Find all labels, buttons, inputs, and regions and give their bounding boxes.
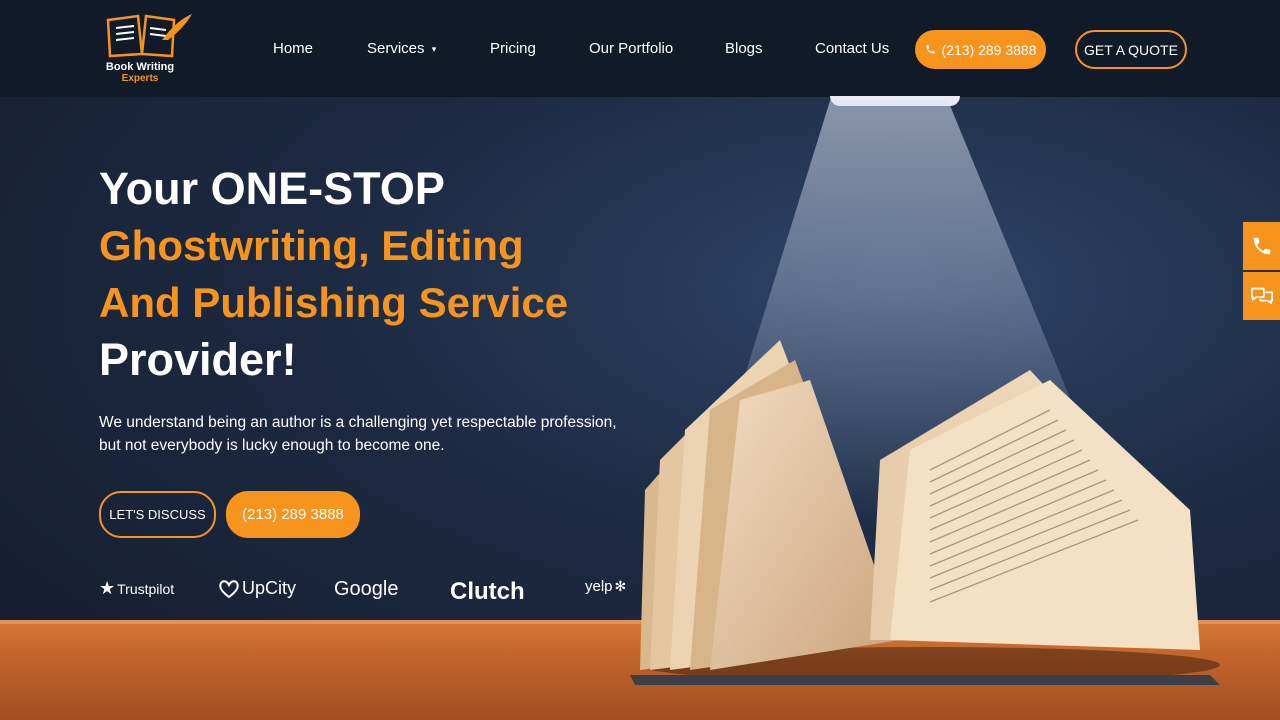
book-logo-icon (106, 14, 192, 58)
nav-item-pricing[interactable]: Pricing (490, 40, 536, 57)
yelp-label: yelp (585, 578, 613, 595)
hero-title-line3: And Publishing Service (99, 279, 569, 326)
trustpilot-label: Trustpilot (117, 580, 175, 597)
nav-phone-label: (213) 289 3888 (941, 41, 1037, 58)
nav-phone-button[interactable]: (213) 289 3888 (915, 30, 1046, 69)
nav-item-home[interactable]: Home (273, 40, 313, 57)
upcity-logo[interactable]: UpCity (218, 578, 296, 599)
trustpilot-logo[interactable]: ★ Trustpilot (99, 578, 174, 599)
side-call-button[interactable] (1243, 222, 1280, 270)
chevron-down-icon: ▾ (431, 43, 437, 54)
lets-discuss-button[interactable]: LET'S DISCUSS (99, 491, 216, 538)
open-book-illustration (630, 340, 1220, 685)
logo[interactable]: Book Writing Experts (100, 10, 200, 90)
logo-name-line1: Book Writing (105, 61, 175, 73)
nav-item-blogs[interactable]: Blogs (725, 40, 763, 57)
hero-title-line1: Your ONE-STOP (99, 163, 445, 214)
yelp-burst-icon: ✻ (614, 578, 627, 594)
clutch-label: Clutch (450, 578, 525, 605)
upcity-label: UpCity (242, 578, 297, 598)
hero-title-line4: Provider! (99, 334, 297, 385)
chat-icon (1250, 287, 1273, 305)
logo-text: Book Writing Experts (100, 61, 180, 85)
navbar: Book Writing Experts Home Services ▾ Pri… (0, 0, 1280, 97)
yelp-logo[interactable]: yelp ✻ (585, 578, 626, 595)
hero-phone-button[interactable]: (213) 289 3888 (226, 491, 360, 538)
hero-title-line2: Ghostwriting, Editing (99, 222, 524, 269)
hero-description: We understand being an author is a chall… (99, 414, 617, 454)
google-logo[interactable]: Google (334, 578, 399, 601)
nav-item-services[interactable]: Services ▾ (367, 40, 436, 57)
phone-icon (925, 45, 935, 54)
hero-title: Your ONE-STOP Ghostwriting, Editing And … (99, 160, 568, 388)
nav-item-contact[interactable]: Contact Us (815, 40, 889, 57)
phone-icon (1253, 237, 1270, 255)
nav-item-portfolio[interactable]: Our Portfolio (589, 40, 673, 57)
nav-item-services-label: Services (367, 40, 425, 57)
google-label: Google (334, 578, 399, 600)
star-icon: ★ (99, 578, 116, 598)
clutch-logo[interactable]: Clutch (450, 578, 525, 606)
logo-name-line2: Experts (121, 73, 159, 84)
get-quote-button[interactable]: GET A QUOTE (1075, 30, 1187, 69)
upcity-heart-icon (219, 579, 239, 598)
side-chat-button[interactable] (1243, 272, 1280, 320)
